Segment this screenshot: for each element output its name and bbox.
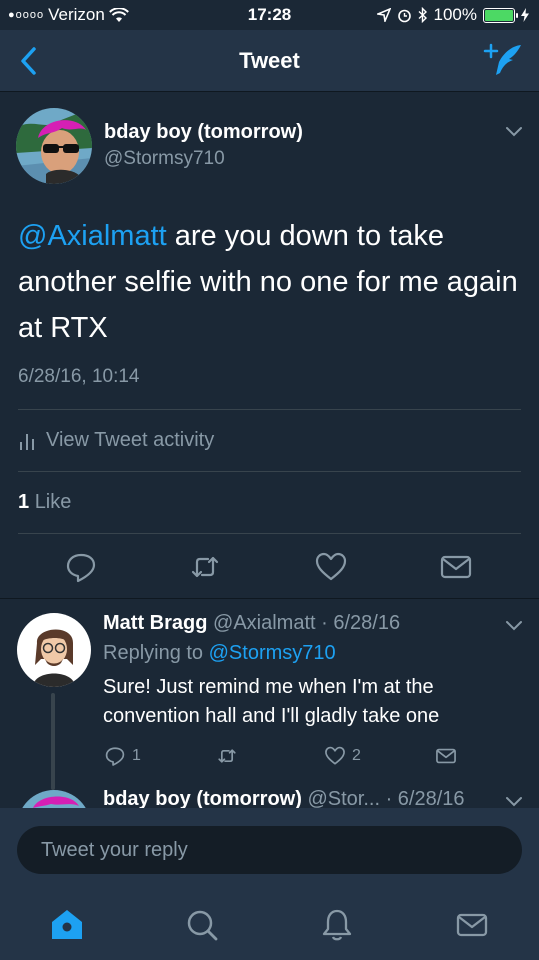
direct-message-icon xyxy=(436,748,456,764)
status-indicators: 100% xyxy=(376,5,529,25)
reply-reply-count: 1 xyxy=(132,747,141,764)
reply-icon xyxy=(105,747,125,766)
battery-percent: 100% xyxy=(433,5,477,24)
divider xyxy=(18,471,521,472)
reply-icon[interactable] xyxy=(64,550,98,584)
bluetooth-icon xyxy=(418,7,427,23)
like-count: 1 xyxy=(18,491,30,513)
page-title: Tweet xyxy=(239,48,300,73)
direct-message-icon[interactable] xyxy=(439,550,473,584)
notifications-icon[interactable] xyxy=(320,908,354,942)
next-tweet-author-handle[interactable]: @Stor... xyxy=(307,788,380,810)
chevron-down-icon[interactable] xyxy=(505,620,523,632)
section-divider xyxy=(0,598,539,599)
navigation-bar: Tweet xyxy=(0,30,539,92)
reply-date: · 6/28/16 xyxy=(321,612,401,634)
reply-composer-bar xyxy=(0,808,539,888)
reply-message-button[interactable] xyxy=(434,745,458,767)
reply-like-button[interactable]: 2 xyxy=(324,745,361,767)
replying-to: Replying to @Stormsy710 xyxy=(103,642,336,665)
replying-to-label: Replying to xyxy=(103,642,204,664)
reply-author-name[interactable]: Matt Bragg xyxy=(103,612,207,634)
retweet-icon xyxy=(218,749,236,763)
reply-like-count: 2 xyxy=(352,747,361,764)
replying-to-handle[interactable]: @Stormsy710 xyxy=(209,642,336,664)
next-tweet-date: · 6/28/16 xyxy=(385,788,465,810)
thread-line xyxy=(51,693,55,790)
activity-label: View Tweet activity xyxy=(46,429,215,451)
chevron-down-icon[interactable] xyxy=(505,126,523,138)
alarm-icon xyxy=(397,9,411,22)
reply-header: Matt Bragg @Axialmatt · 6/28/16 xyxy=(103,612,400,635)
author-name[interactable]: bday boy (tomorrow) xyxy=(104,121,303,144)
search-icon[interactable] xyxy=(185,908,219,942)
divider xyxy=(18,409,521,410)
reply-input[interactable] xyxy=(17,826,522,874)
compose-tweet-icon[interactable] xyxy=(483,42,523,78)
divider xyxy=(18,533,521,534)
tweet-text: @Axialmatt are you down to take another … xyxy=(18,213,523,351)
messages-icon[interactable] xyxy=(455,908,489,942)
reply-text: Sure! Just remind me when I'm at the con… xyxy=(103,676,440,727)
reply-author-avatar[interactable] xyxy=(17,613,91,687)
author-avatar[interactable] xyxy=(16,108,92,184)
next-tweet-author-name[interactable]: bday boy (tomorrow) xyxy=(103,788,302,810)
location-icon xyxy=(376,8,391,22)
reply-author-handle[interactable]: @Axialmatt xyxy=(213,612,316,634)
heart-icon xyxy=(325,746,345,765)
tab-bar xyxy=(0,888,539,960)
retweet-icon[interactable] xyxy=(188,550,222,584)
reply-retweet-button[interactable] xyxy=(214,745,240,767)
heart-icon[interactable] xyxy=(314,550,348,584)
charging-icon xyxy=(521,8,529,22)
battery-icon xyxy=(483,7,518,23)
chevron-down-icon[interactable] xyxy=(505,796,523,808)
likes-count[interactable]: 1 Like xyxy=(18,491,71,514)
mention-link[interactable]: @Axialmatt xyxy=(18,220,167,252)
status-bar: ●oooo Verizon 17:28 100% xyxy=(0,0,539,30)
like-label: Like xyxy=(34,491,72,513)
home-icon[interactable] xyxy=(50,908,84,942)
reply-reply-button[interactable]: 1 xyxy=(104,745,141,767)
view-tweet-activity[interactable]: View Tweet activity xyxy=(18,429,214,452)
author-handle[interactable]: @Stormsy710 xyxy=(104,148,225,170)
tweet-timestamp: 6/28/16, 10:14 xyxy=(18,366,140,387)
analytics-icon xyxy=(20,433,34,450)
